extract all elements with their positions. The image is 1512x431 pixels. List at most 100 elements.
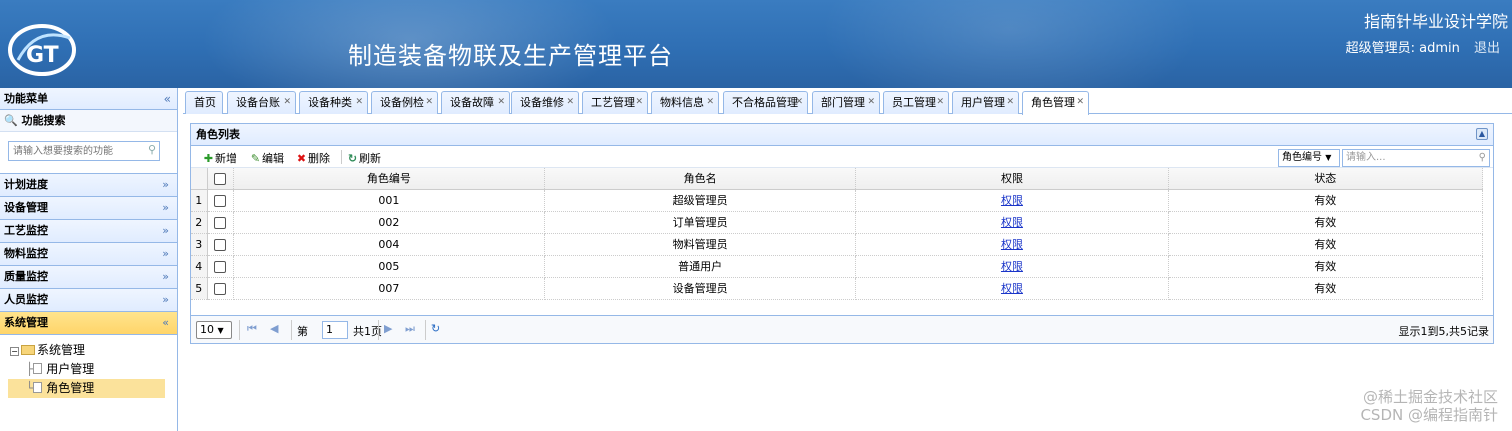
logout-link[interactable]: 退出 — [1474, 41, 1500, 56]
section-equipment[interactable]: 设备管理 » — [0, 197, 177, 220]
section-personnel[interactable]: 人员监控 » — [0, 289, 177, 312]
last-page-icon[interactable]: ⏭ — [405, 322, 415, 336]
col-role-code[interactable]: 角色编号 — [233, 168, 545, 190]
sidebar-header: 功能菜单 « — [0, 88, 177, 110]
close-icon[interactable]: ✕ — [1006, 92, 1014, 113]
tab-role-mgmt[interactable]: 角色管理 ✕ — [1022, 91, 1089, 115]
close-icon[interactable]: ✕ — [867, 92, 875, 113]
close-icon[interactable]: ✕ — [355, 92, 363, 113]
tab-equipment-repair[interactable]: 设备维修 ✕ — [511, 91, 579, 114]
row-checkbox[interactable] — [214, 260, 227, 273]
page-size-select[interactable]: 10 ▼ — [196, 321, 232, 339]
function-search-input[interactable] — [9, 142, 139, 160]
section-material[interactable]: 物料监控 » — [0, 243, 177, 266]
user-label: 超级管理员: admin — [1345, 41, 1460, 56]
close-icon[interactable]: ✕ — [497, 92, 505, 113]
chevron-down-icon: » — [162, 293, 169, 306]
row-checkbox[interactable] — [214, 216, 227, 229]
collapse-icon[interactable]: ▲ — [1476, 128, 1488, 140]
filter-field-select[interactable]: 角色编号 ▼ — [1278, 149, 1340, 167]
delete-button[interactable]: ✖ 删除 — [295, 150, 330, 166]
section-plan-progress[interactable]: 计划进度 » — [0, 174, 177, 197]
dropdown-arrow-icon: ▼ — [1325, 153, 1332, 162]
close-icon[interactable]: ✕ — [283, 92, 291, 113]
close-icon[interactable]: ✕ — [706, 92, 714, 113]
minus-icon[interactable]: − — [10, 347, 19, 356]
role-table: 角色编号 角色名 权限 状态 1 001 超级管理员 权限 有效 2 002 订… — [191, 168, 1484, 300]
tab-material-info[interactable]: 物料信息 ✕ — [651, 91, 719, 114]
section-label: 系统管理 — [4, 316, 48, 329]
permission-link[interactable]: 权限 — [1001, 260, 1023, 273]
tab-equipment-type[interactable]: 设备种类 ✕ — [299, 91, 368, 114]
first-page-icon[interactable]: ⏮ — [247, 322, 257, 336]
close-icon[interactable]: ✕ — [425, 92, 433, 113]
filter-input[interactable]: 请输入... ⚲ — [1342, 149, 1490, 167]
table-row[interactable]: 5 007 设备管理员 权限 有效 — [191, 277, 1484, 300]
permission-link[interactable]: 权限 — [1001, 194, 1023, 207]
edit-button[interactable]: ✎ 编辑 — [249, 150, 284, 166]
tree-node-user-mgmt[interactable]: ├ 用户管理 — [0, 360, 177, 379]
tab-process-mgmt[interactable]: 工艺管理 ✕ — [582, 91, 648, 114]
tab-equipment-ledger[interactable]: 设备台账 ✕ — [227, 91, 296, 114]
col-status[interactable]: 状态 — [1168, 168, 1484, 190]
cell-role-name: 超级管理员 — [544, 189, 857, 212]
section-process[interactable]: 工艺监控 » — [0, 220, 177, 243]
add-button[interactable]: ✚ 新增 — [202, 150, 237, 166]
close-icon[interactable]: ✕ — [936, 92, 944, 113]
search-icon[interactable]: ⚲ — [148, 143, 156, 156]
tab-department-mgmt[interactable]: 部门管理 ✕ — [812, 91, 880, 114]
tree-node-role-mgmt[interactable]: └ 角色管理 — [8, 379, 165, 398]
close-icon[interactable]: ✕ — [1076, 92, 1084, 113]
table-header-row: 角色编号 角色名 权限 状态 — [191, 168, 1484, 190]
dropdown-arrow-icon: ▼ — [217, 326, 224, 335]
tree-node-label: 角色管理 — [46, 381, 95, 395]
permission-link[interactable]: 权限 — [1001, 216, 1023, 229]
tree-node-label: 系统管理 — [37, 343, 86, 357]
panel-title: 角色列表 — [196, 128, 240, 141]
cell-status: 有效 — [1168, 189, 1484, 212]
refresh-button[interactable]: ↻ 刷新 — [346, 150, 381, 166]
section-quality[interactable]: 质量监控 » — [0, 266, 177, 289]
document-icon — [33, 363, 43, 374]
refresh-icon[interactable]: ↻ — [431, 322, 440, 335]
app-title: 制造装备物联及生产管理平台 — [348, 42, 673, 70]
close-icon[interactable]: ✕ — [635, 92, 643, 113]
tab-employee-mgmt[interactable]: 员工管理 ✕ — [883, 91, 949, 114]
watermark: @稀土掘金技术社区 CSDN @编程指南针 — [1360, 388, 1498, 424]
tab-nonconforming-mgmt[interactable]: 不合格品管理 ✕ — [723, 91, 808, 114]
tab-user-mgmt[interactable]: 用户管理 ✕ — [952, 91, 1019, 114]
row-number: 5 — [191, 277, 208, 300]
table-row[interactable]: 3 004 物料管理员 权限 有效 — [191, 233, 1484, 256]
header-glow — [820, 0, 1200, 88]
col-role-name[interactable]: 角色名 — [544, 168, 857, 190]
close-icon[interactable]: ✕ — [795, 92, 803, 113]
table-row[interactable]: 4 005 普通用户 权限 有效 — [191, 255, 1484, 278]
table-row[interactable]: 1 001 超级管理员 权限 有效 — [191, 189, 1484, 212]
next-page-icon[interactable]: ▶ — [384, 322, 392, 335]
row-number: 4 — [191, 255, 208, 278]
select-all-checkbox[interactable] — [214, 172, 227, 185]
chevron-down-icon: » — [162, 224, 169, 237]
row-checkbox[interactable] — [214, 194, 227, 207]
tab-equipment-fault[interactable]: 设备故障 ✕ — [441, 91, 510, 114]
tab-home[interactable]: 首页 — [185, 91, 223, 114]
chevron-down-icon: » — [162, 178, 169, 191]
section-system[interactable]: 系统管理 « — [0, 312, 177, 335]
chevron-down-icon: » — [162, 201, 169, 214]
tree-node-system[interactable]: − 系统管理 — [0, 341, 177, 360]
page-number-input[interactable]: 1 — [322, 321, 348, 339]
col-permission[interactable]: 权限 — [855, 168, 1169, 190]
permission-link[interactable]: 权限 — [1001, 238, 1023, 251]
table-row[interactable]: 2 002 订单管理员 权限 有效 — [191, 211, 1484, 234]
row-checkbox[interactable] — [214, 282, 227, 295]
double-chevron-left-icon[interactable]: « — [164, 88, 171, 110]
permission-link[interactable]: 权限 — [1001, 282, 1023, 295]
close-icon[interactable]: ✕ — [566, 92, 574, 113]
row-checkbox[interactable] — [214, 238, 227, 251]
prev-page-icon[interactable]: ◀ — [270, 322, 278, 335]
tab-equipment-inspection[interactable]: 设备例检 ✕ — [371, 91, 438, 114]
app-header: GT 制造装备物联及生产管理平台 指南针毕业设计学院 超级管理员: admin … — [0, 0, 1512, 88]
search-icon[interactable]: ⚲ — [1479, 150, 1486, 166]
pager-divider — [239, 320, 240, 340]
pager-divider — [425, 320, 426, 340]
